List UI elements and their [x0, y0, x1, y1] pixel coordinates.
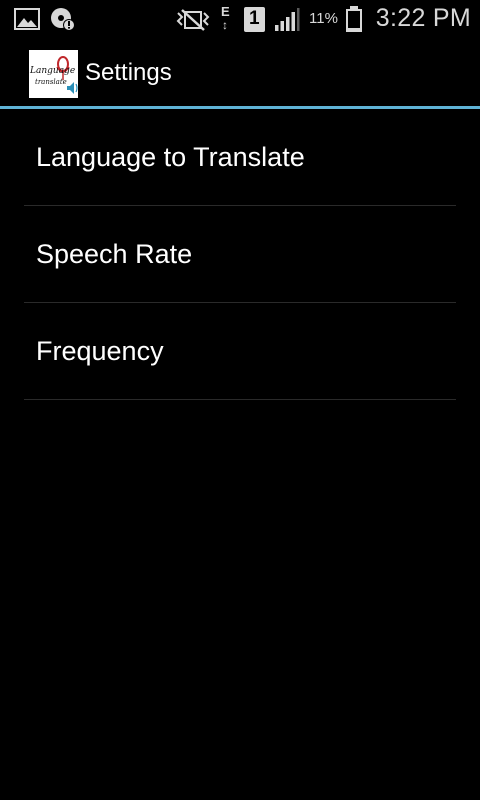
settings-item-label: Language to Translate [36, 142, 305, 172]
gallery-icon [14, 8, 40, 30]
action-bar: Language translate Settings [0, 38, 480, 106]
status-bar: E ↕ 1 11% 3:22 PM [0, 0, 480, 38]
network-type-label: E [221, 4, 230, 19]
sim-icon: 1 [244, 7, 265, 32]
battery-percent: 11% [309, 10, 338, 27]
mute-vibrate-icon [176, 9, 210, 31]
data-arrows-icon: E ↕ [221, 4, 230, 32]
app-logo[interactable]: Language translate [29, 50, 78, 98]
download-notification-icon [51, 8, 75, 31]
page-title: Settings [85, 59, 172, 86]
settings-item-speech-rate[interactable]: Speech Rate [24, 206, 456, 303]
settings-item-label: Frequency [36, 336, 164, 366]
app-logo-text-2: translate [35, 78, 67, 86]
settings-item-frequency[interactable]: Frequency [24, 303, 456, 400]
settings-item-language-to-translate[interactable]: Language to Translate [24, 109, 456, 206]
app-logo-text-1: Language [30, 66, 76, 76]
settings-item-label: Speech Rate [36, 239, 193, 269]
signal-icon [275, 8, 300, 31]
status-time: 3:22 PM [375, 4, 471, 32]
sim-slot-label: 1 [249, 8, 260, 29]
battery-icon [346, 6, 362, 32]
settings-list: Language to Translate Speech Rate Freque… [0, 109, 480, 400]
